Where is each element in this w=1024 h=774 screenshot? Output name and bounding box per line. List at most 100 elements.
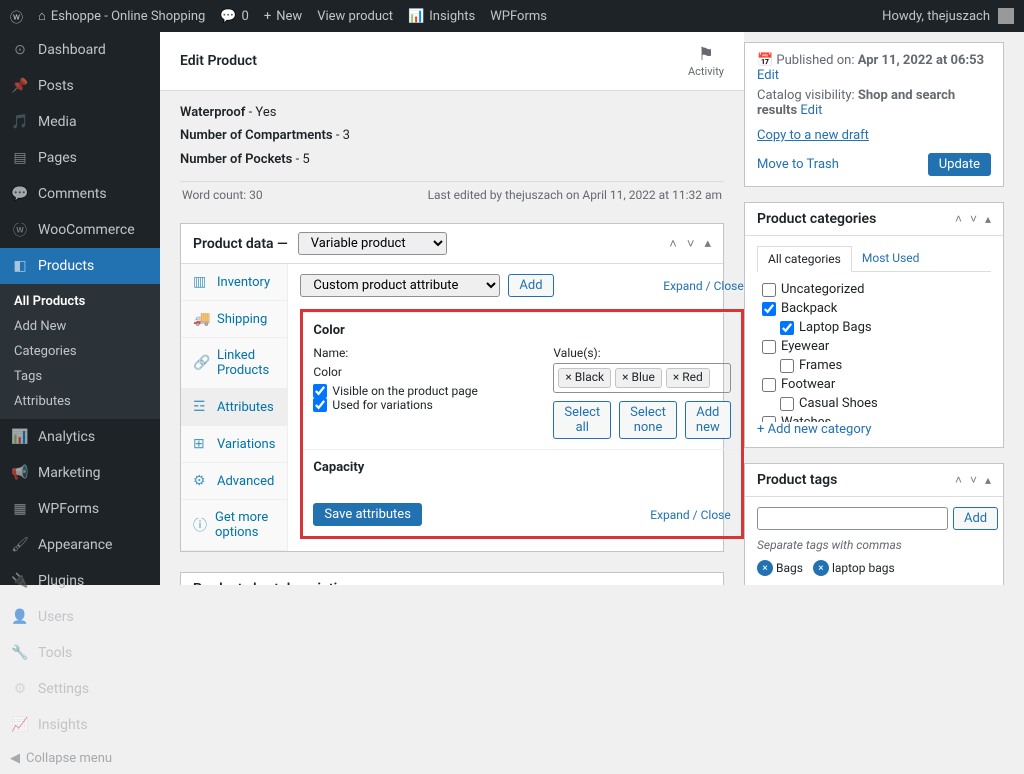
visible-checkbox[interactable]: Visible on the product page — [313, 384, 513, 398]
add-new-category-link[interactable]: + Add new category — [757, 422, 871, 437]
color-heading: Color — [303, 323, 740, 346]
menu-wpforms[interactable]: ▦WPForms — [0, 491, 160, 527]
save-attributes-button[interactable]: Save attributes — [313, 503, 422, 526]
product-type-select[interactable]: Variable product — [298, 232, 447, 255]
menu-media[interactable]: 🎵Media — [0, 104, 160, 140]
menu-tools[interactable]: 🔧Tools — [0, 635, 160, 671]
chevron-down-icon[interactable]: ˅ — [687, 581, 695, 585]
comment-icon: 💬 — [10, 184, 30, 204]
menu-settings[interactable]: ⚙Settings — [0, 671, 160, 707]
tag-input[interactable] — [757, 507, 948, 530]
cat-backpack[interactable]: Backpack — [762, 299, 986, 318]
cat-casual-shoes[interactable]: Casual Shoes — [780, 394, 986, 413]
copy-draft-link[interactable]: Copy to a new draft — [757, 128, 869, 143]
menu-pages[interactable]: ▤Pages — [0, 140, 160, 176]
chevron-up-icon[interactable]: ˄ — [669, 581, 677, 585]
product-data-tabs: ▥Inventory 🚚Shipping 🔗Linked Products ☲A… — [181, 264, 288, 551]
chevron-down-icon[interactable]: ˅ — [970, 212, 977, 226]
add-tag-button[interactable]: Add — [953, 507, 998, 530]
attributes-panel: Custom product attribute Add Expand / Cl… — [288, 264, 755, 551]
capacity-heading: Capacity — [303, 460, 740, 483]
more-icon: ⓘ — [193, 515, 207, 535]
cat-frames[interactable]: Frames — [780, 356, 986, 375]
tag-blue[interactable]: × Blue — [615, 368, 662, 388]
color-attribute-section: Color Name: Color Visible on the product… — [303, 312, 740, 449]
submenu-tags[interactable]: Tags — [0, 364, 160, 389]
cat-eyewear[interactable]: Eyewear — [762, 337, 986, 356]
tag-black[interactable]: × Black — [558, 368, 611, 388]
cat-uncategorized[interactable]: Uncategorized — [762, 280, 986, 299]
select-all-button[interactable]: Select all — [553, 401, 611, 439]
all-categories-tab[interactable]: All categories — [757, 246, 852, 272]
tab-variations[interactable]: ⊞Variations — [181, 426, 287, 463]
most-used-tab[interactable]: Most Used — [852, 246, 930, 271]
chevron-up-icon[interactable]: ˄ — [955, 473, 962, 487]
menu-dashboard[interactable]: ⊙Dashboard — [0, 32, 160, 68]
attr-name-label: Name: — [313, 346, 513, 360]
move-trash-link[interactable]: Move to Trash — [757, 157, 839, 172]
tab-inventory[interactable]: ▥Inventory — [181, 264, 287, 301]
submenu-attributes[interactable]: Attributes — [0, 389, 160, 414]
menu-woocommerce[interactable]: ⓦWooCommerce — [0, 212, 160, 248]
flag-icon: ⚑ — [688, 44, 724, 65]
cat-footwear[interactable]: Footwear — [762, 375, 986, 394]
expand-close-link-2[interactable]: Expand / Close — [650, 508, 730, 522]
howdy-text[interactable]: Howdy, thejuszach — [882, 9, 990, 24]
menu-products[interactable]: ◧Products — [0, 248, 160, 284]
site-name[interactable]: ⌂ Eshoppe - Online Shopping — [38, 8, 205, 24]
menu-marketing[interactable]: 📢Marketing — [0, 455, 160, 491]
update-button[interactable]: Update — [928, 153, 991, 176]
submenu-categories[interactable]: Categories — [0, 339, 160, 364]
caret-toggle-icon[interactable]: ▴ — [704, 236, 711, 252]
cat-watches[interactable]: Watches — [762, 413, 986, 422]
wpforms-link[interactable]: WPForms — [490, 9, 547, 24]
tab-shipping[interactable]: 🚚Shipping — [181, 301, 287, 338]
caret-toggle-icon[interactable]: ▴ — [704, 581, 711, 585]
menu-appearance[interactable]: 🖌Appearance — [0, 527, 160, 563]
menu-posts[interactable]: 📌Posts — [0, 68, 160, 104]
menu-analytics[interactable]: 📊Analytics — [0, 419, 160, 455]
tag-red[interactable]: × Red — [666, 368, 710, 388]
add-new-value-button[interactable]: Add new — [685, 401, 731, 439]
activity-button[interactable]: ⚑Activity — [688, 44, 724, 78]
select-none-button[interactable]: Select none — [619, 401, 677, 439]
submenu-add-new[interactable]: Add New — [0, 314, 160, 339]
tab-attributes[interactable]: ☲Attributes — [181, 389, 287, 426]
tags-box: Product tags˄˅▴ Add Separate tags with c… — [744, 463, 1004, 585]
variations-checkbox[interactable]: Used for variations — [313, 398, 513, 412]
cat-laptop-bags[interactable]: Laptop Bags — [780, 318, 986, 337]
tab-advanced[interactable]: ⚙Advanced — [181, 463, 287, 500]
chevron-up-icon[interactable]: ˄ — [669, 236, 677, 252]
menu-users[interactable]: 👤Users — [0, 599, 160, 635]
caret-toggle-icon[interactable]: ▴ — [985, 212, 991, 226]
comments-link[interactable]: 💬 0 — [220, 9, 249, 24]
chevron-down-icon[interactable]: ˅ — [970, 473, 977, 487]
menu-plugins[interactable]: 🔌Plugins — [0, 563, 160, 599]
remove-tag-icon[interactable]: × — [757, 560, 773, 576]
short-description-box: Product short description ˄ ˅ ▴ 📷Add Med… — [180, 572, 724, 585]
capacity-attribute-section[interactable]: Capacity — [303, 449, 740, 493]
attribute-type-select[interactable]: Custom product attribute — [300, 274, 500, 297]
menu-insights[interactable]: 📈Insights — [0, 707, 160, 743]
pin-icon: 📌 — [10, 76, 30, 96]
tab-linked[interactable]: 🔗Linked Products — [181, 338, 287, 389]
submenu-all-products[interactable]: All Products — [0, 289, 160, 314]
avatar[interactable] — [998, 8, 1014, 24]
view-product-link[interactable]: View product — [317, 9, 393, 24]
chevron-up-icon[interactable]: ˄ — [955, 212, 962, 226]
remove-tag-icon[interactable]: × — [813, 560, 829, 576]
insights-link[interactable]: 📊 Insights — [408, 9, 475, 24]
menu-comments[interactable]: 💬Comments — [0, 176, 160, 212]
attribute-values-input[interactable]: × Black × Blue × Red — [553, 363, 730, 393]
new-link[interactable]: + New — [264, 9, 302, 24]
products-submenu: All Products Add New Categories Tags Att… — [0, 284, 160, 419]
edit-date-link[interactable]: Edit — [757, 68, 779, 83]
tab-get-more[interactable]: ⓘGet more options — [181, 500, 287, 551]
add-attribute-button[interactable]: Add — [508, 274, 553, 297]
wp-logo[interactable]: ⓦ — [10, 7, 23, 26]
expand-close-link[interactable]: Expand / Close — [663, 279, 743, 293]
edit-visibility-link[interactable]: Edit — [800, 103, 822, 118]
caret-toggle-icon[interactable]: ▴ — [985, 473, 991, 487]
chevron-down-icon[interactable]: ˅ — [687, 236, 695, 252]
collapse-menu[interactable]: ◀Collapse menu — [0, 743, 160, 774]
